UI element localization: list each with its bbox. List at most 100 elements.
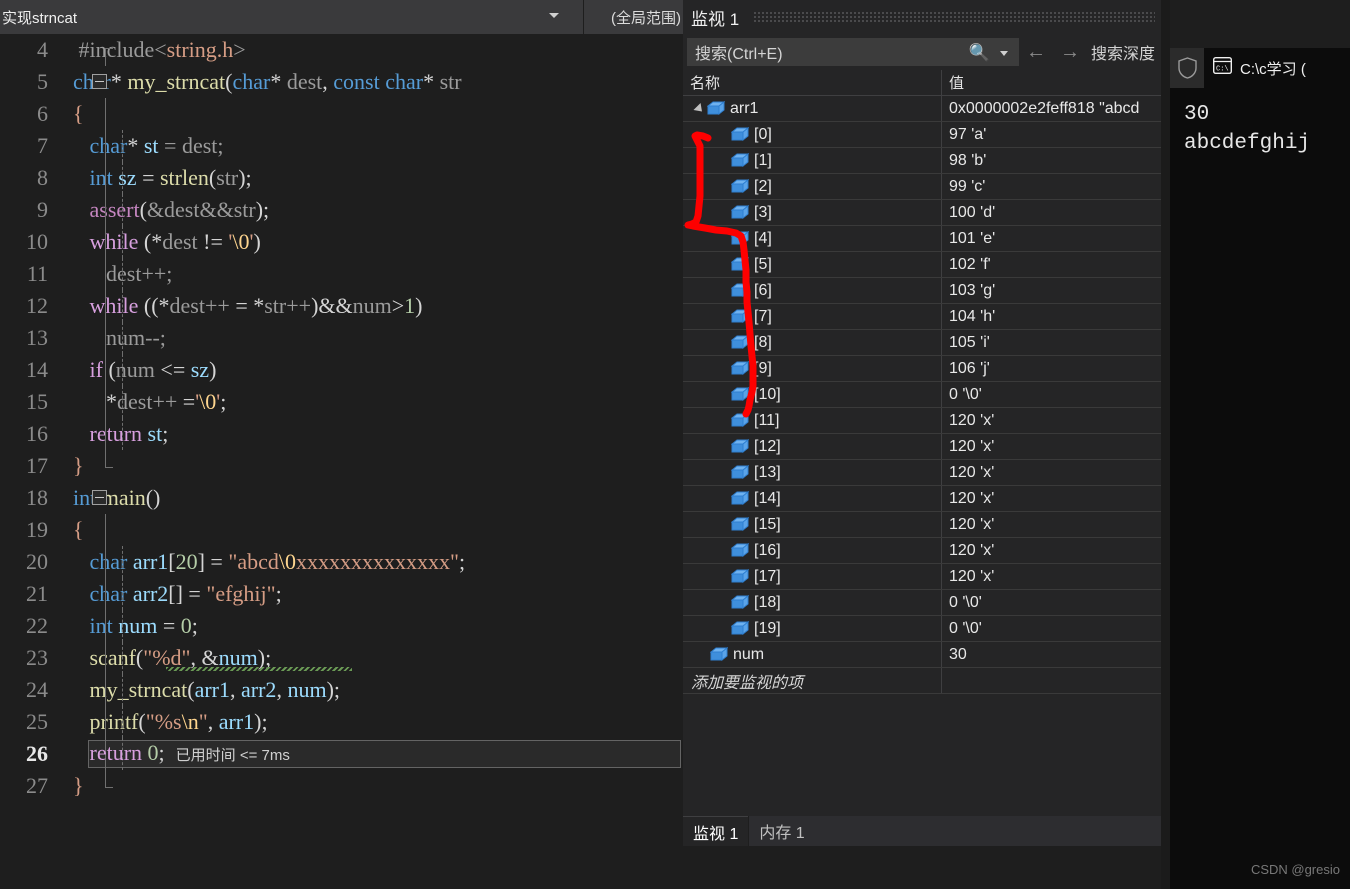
watch-grid-body[interactable]: arr1 0x0000002e2feff818 "abcd [0] 97 'a' [1]… [683, 96, 1161, 726]
watch-row-value[interactable]: 102 'f' [942, 252, 1161, 277]
watch-row[interactable]: [18] 0 '\0' [683, 590, 1161, 616]
panel-drag-grip[interactable] [753, 11, 1155, 23]
watch-row[interactable]: num 30 [683, 642, 1161, 668]
add-watch-item-name-cell[interactable]: 添加要监视的项 [683, 668, 942, 693]
watch-row-value[interactable]: 120 'x' [942, 408, 1161, 433]
watch-row-value[interactable]: 99 'c' [942, 174, 1161, 199]
arrow-left-icon[interactable]: ← [1019, 41, 1053, 64]
code-line-text: if (num <= sz) [89, 357, 217, 382]
line-number: 10 [26, 229, 48, 254]
watch-row-name-cell[interactable]: [12] [683, 434, 942, 459]
watch-row-name-cell[interactable]: [10] [683, 382, 942, 407]
watch-row-value[interactable]: 0 '\0' [942, 590, 1161, 615]
code-editor[interactable]: 4 #include<string.h> 5 char* my_strncat(… [0, 34, 683, 889]
watch-row-value[interactable]: 106 'j' [942, 356, 1161, 381]
watch-row[interactable]: [15] 120 'x' [683, 512, 1161, 538]
chevron-down-icon[interactable] [1000, 51, 1008, 56]
code-line: 25 printf("%s\n", arr1); [0, 706, 683, 738]
watch-row-name-cell[interactable]: [11] [683, 408, 942, 433]
watch-row[interactable]: [4] 101 'e' [683, 226, 1161, 252]
watch-row[interactable]: [11] 120 'x' [683, 408, 1161, 434]
watch-row-value[interactable]: 103 'g' [942, 278, 1161, 303]
member-dropdown[interactable]: 实现strncat [0, 0, 584, 34]
watch-row[interactable]: [8] 105 'i' [683, 330, 1161, 356]
watch-row[interactable]: [5] 102 'f' [683, 252, 1161, 278]
watch-row-name-cell[interactable]: [3] [683, 200, 942, 225]
watch-row-name-cell[interactable]: [2] [683, 174, 942, 199]
watch-row[interactable]: [12] 120 'x' [683, 434, 1161, 460]
watch-row-name-cell[interactable]: num [683, 642, 942, 667]
watch-row-name-cell[interactable]: [17] [683, 564, 942, 589]
watch-row-name-cell[interactable]: [5] [683, 252, 942, 277]
watch-row[interactable]: [6] 103 'g' [683, 278, 1161, 304]
watch-row-name-cell[interactable]: arr1 [683, 96, 942, 121]
watch-row-value[interactable]: 0 '\0' [942, 616, 1161, 641]
watch-row-name-cell[interactable]: [19] [683, 616, 942, 641]
watch-row-value[interactable]: 120 'x' [942, 564, 1161, 589]
watch-row[interactable]: [3] 100 'd' [683, 200, 1161, 226]
column-header-name[interactable]: 名称 [683, 70, 942, 95]
watch-row[interactable]: [13] 120 'x' [683, 460, 1161, 486]
watch-row-value[interactable]: 120 'x' [942, 538, 1161, 563]
code-line-text: return 0; 已用时间 <= 7ms [89, 739, 290, 765]
watch-row-value[interactable]: 104 'h' [942, 304, 1161, 329]
watch-row-value[interactable]: 97 'a' [942, 122, 1161, 147]
watch-row-name-cell[interactable]: [4] [683, 226, 942, 251]
watch-row-value[interactable]: 120 'x' [942, 434, 1161, 459]
watch-row[interactable]: [19] 0 '\0' [683, 616, 1161, 642]
scope-dropdown[interactable]: (全局范围) [584, 0, 683, 34]
watch-row-name-cell[interactable]: [6] [683, 278, 942, 303]
watch-row-value[interactable]: 120 'x' [942, 486, 1161, 511]
watch-row-name-cell[interactable]: [7] [683, 304, 942, 329]
column-header-value[interactable]: 值 [942, 70, 1161, 95]
watch-row-label: [3] [754, 203, 772, 221]
watch-row-name-cell[interactable]: [13] [683, 460, 942, 485]
watch-row-value[interactable]: 100 'd' [942, 200, 1161, 225]
expand-collapse-icon[interactable] [693, 102, 706, 115]
variable-icon [710, 647, 728, 662]
watch-row-value[interactable]: 98 'b' [942, 148, 1161, 173]
add-watch-item-value-cell[interactable] [942, 668, 1161, 693]
watch-row[interactable]: [10] 0 '\0' [683, 382, 1161, 408]
watch-row[interactable]: [14] 120 'x' [683, 486, 1161, 512]
watch-row-name-cell[interactable]: [9] [683, 356, 942, 381]
watch-row-name-cell[interactable]: [14] [683, 486, 942, 511]
watch-row-value[interactable]: 105 'i' [942, 330, 1161, 355]
tab-watch-1[interactable]: 监视 1 [683, 816, 749, 846]
watch-row-label: [17] [754, 567, 781, 585]
watch-row[interactable]: [2] 99 'c' [683, 174, 1161, 200]
watch-row[interactable]: [1] 98 'b' [683, 148, 1161, 174]
variable-icon [731, 595, 749, 610]
line-number: 4 [37, 37, 48, 62]
watch-row-value[interactable]: 101 'e' [942, 226, 1161, 251]
watch-row-value[interactable]: 30 [942, 642, 1161, 667]
watch-row[interactable]: [0] 97 'a' [683, 122, 1161, 148]
watch-row-value[interactable]: 120 'x' [942, 512, 1161, 537]
arrow-right-icon[interactable]: → [1053, 41, 1087, 64]
watch-row-name-cell[interactable]: [0] [683, 122, 942, 147]
watch-row[interactable]: arr1 0x0000002e2feff818 "abcd [683, 96, 1161, 122]
watch-row[interactable]: [16] 120 'x' [683, 538, 1161, 564]
search-icon[interactable]: 🔍 [969, 43, 990, 63]
variable-icon [731, 257, 749, 272]
watch-row-name-cell[interactable]: [16] [683, 538, 942, 563]
watch-row-value[interactable]: 120 'x' [942, 460, 1161, 485]
collapse-toggle-icon[interactable] [92, 490, 107, 505]
watch-row-value[interactable]: 0x0000002e2feff818 "abcd [942, 96, 1161, 121]
watch-row-name-cell[interactable]: [15] [683, 512, 942, 537]
search-input[interactable]: 搜索(Ctrl+E) 🔍 [687, 38, 1019, 66]
watch-row[interactable]: [7] 104 'h' [683, 304, 1161, 330]
collapse-toggle-icon[interactable] [92, 74, 107, 89]
console-window[interactable]: C:\ C:\c学习 ( 30 abcdefghij [1170, 48, 1350, 889]
watch-row-name-cell[interactable]: [8] [683, 330, 942, 355]
code-line: 16 return st; [0, 418, 683, 450]
watch-row[interactable]: [17] 120 'x' [683, 564, 1161, 590]
add-watch-item-row[interactable]: 添加要监视的项 [683, 668, 1161, 694]
watch-row-value[interactable]: 0 '\0' [942, 382, 1161, 407]
code-line-text: return st; [89, 421, 169, 446]
watch-row[interactable]: [9] 106 'j' [683, 356, 1161, 382]
tab-memory-1[interactable]: 内存 1 [748, 816, 1161, 846]
watch-row-name-cell[interactable]: [1] [683, 148, 942, 173]
console-tab[interactable]: C:\ C:\c学习 ( [1204, 48, 1350, 88]
watch-row-name-cell[interactable]: [18] [683, 590, 942, 615]
